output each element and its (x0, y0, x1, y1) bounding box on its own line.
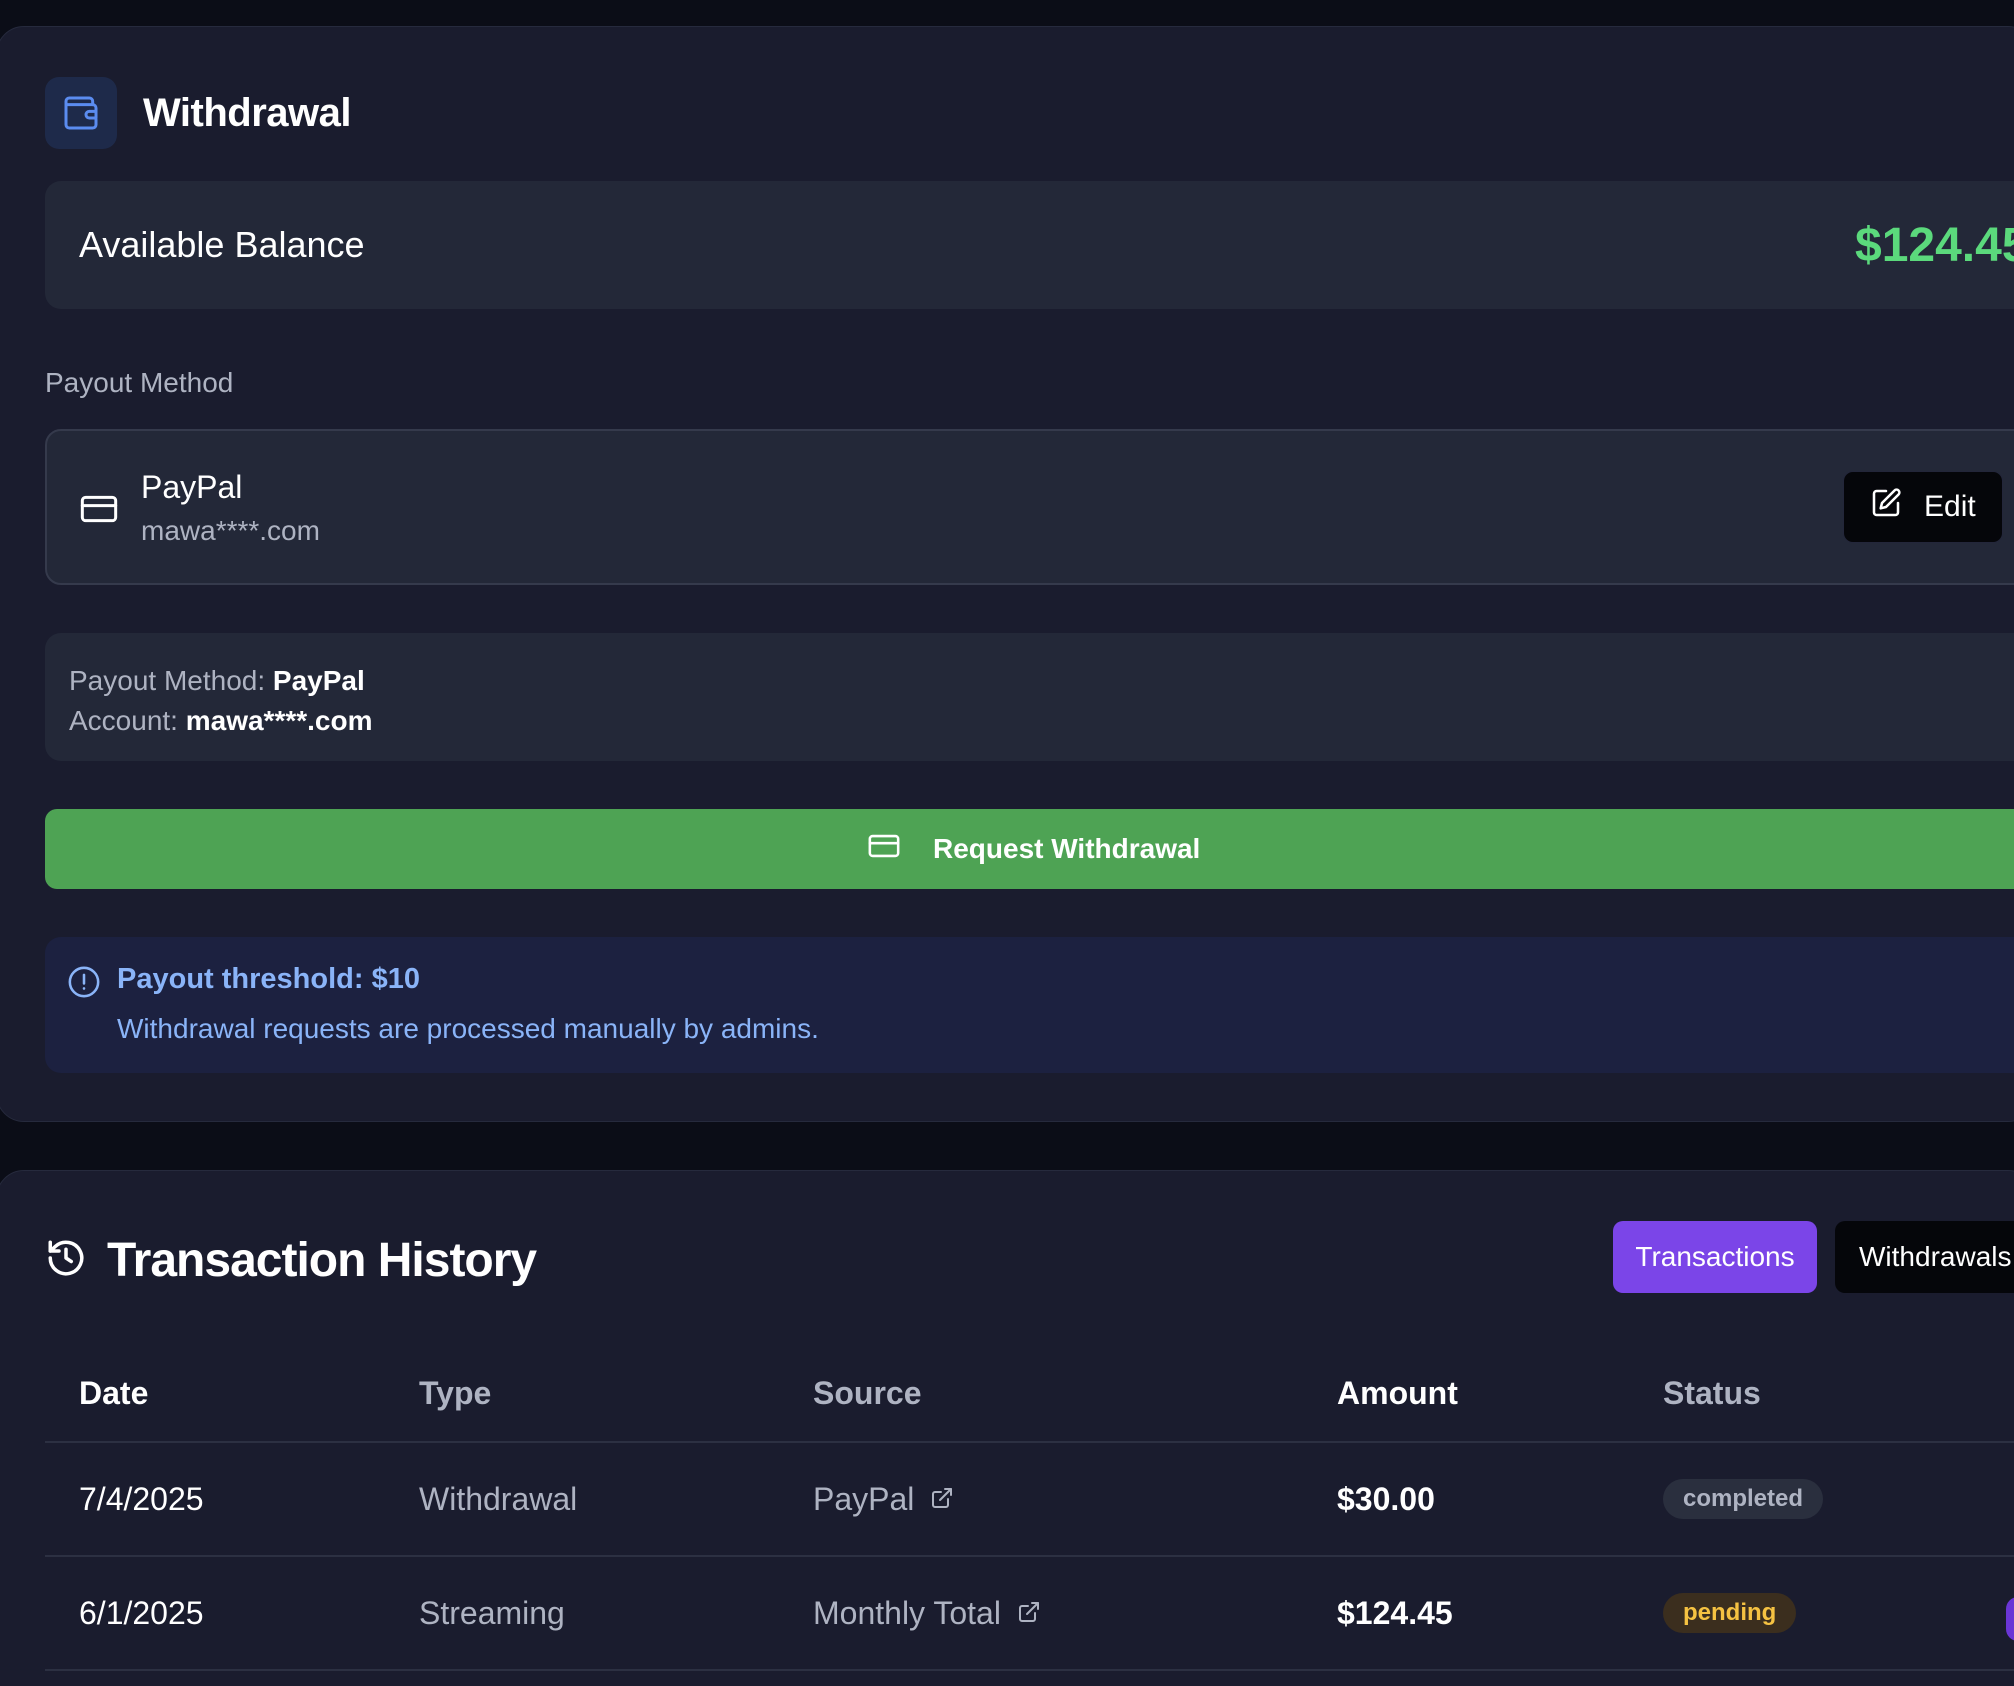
threshold-text: Withdrawal requests are processed manual… (117, 1013, 819, 1044)
info-icon (67, 965, 101, 1004)
status-badge: completed (1663, 1477, 1824, 1519)
edit-icon (1870, 487, 1902, 527)
row-type: Streaming (419, 1595, 565, 1631)
column-header-source[interactable]: Source (813, 1375, 921, 1412)
tab-withdrawals[interactable]: Withdrawals (1835, 1221, 2014, 1293)
row-source-label: Monthly Total (813, 1595, 1001, 1631)
payout-name: PayPal (141, 469, 243, 505)
page: Withdrawal Available Balance $124.45 Pay… (0, 0, 2014, 1686)
wallet-icon (45, 77, 117, 149)
table-header: Date Type Source Amount Status (45, 1351, 2014, 1443)
row-source-label: PayPal (813, 1481, 915, 1517)
floating-action-button[interactable] (2006, 1597, 2014, 1641)
summary-account-label: Account: (69, 705, 178, 736)
credit-card-icon (79, 489, 119, 534)
tab-transactions[interactable]: Transactions (1613, 1221, 1817, 1293)
balance-amount: $124.45 (1855, 218, 2014, 272)
external-link-icon (930, 1481, 954, 1518)
payout-account: mawa****.com (141, 515, 320, 546)
column-header-type[interactable]: Type (419, 1375, 491, 1412)
credit-card-icon (867, 829, 901, 870)
payout-summary: Payout Method: PayPal Account: mawa****.… (45, 633, 2014, 761)
balance-label: Available Balance (79, 224, 365, 265)
transaction-history-card: Transaction History Transactions Withdra… (0, 1170, 2014, 1686)
row-date: 7/4/2025 (79, 1481, 204, 1517)
withdrawal-title: Withdrawal (143, 90, 352, 135)
history-icon (45, 1237, 87, 1284)
summary-account-value: mawa****.com (185, 705, 373, 736)
column-header-amount[interactable]: Amount (1337, 1375, 1458, 1412)
transactions-table: Date Type Source Amount Status 7/4/2025 … (45, 1351, 2014, 1671)
status-badge: pending (1663, 1591, 1797, 1633)
request-withdrawal-label: Request Withdrawal (933, 833, 1201, 864)
table-row: 6/1/2025 Streaming Monthly Total $124.45… (45, 1557, 2014, 1671)
edit-payout-button[interactable]: Edit (1843, 471, 2003, 543)
row-source-link[interactable]: Monthly Total (813, 1595, 1041, 1632)
history-title: Transaction History (107, 1234, 537, 1287)
external-link-icon (1017, 1595, 1041, 1632)
edit-label: Edit (1924, 490, 1976, 523)
threshold-notice: Payout threshold: $10 Withdrawal request… (45, 937, 2014, 1073)
withdrawal-header: Withdrawal (45, 77, 352, 149)
summary-method-label: Payout Method: (69, 665, 266, 696)
status-badge-label: pending (1663, 1593, 1797, 1633)
threshold-title: Payout threshold: $10 (117, 963, 420, 995)
row-date: 6/1/2025 (79, 1595, 204, 1631)
payout-method-label: Payout Method (45, 367, 234, 398)
withdrawal-card: Withdrawal Available Balance $124.45 Pay… (0, 26, 2014, 1122)
history-header: Transaction History (45, 1233, 537, 1288)
payout-method-card: PayPal mawa****.com Edit (45, 429, 2014, 585)
row-amount: $124.45 (1337, 1595, 1453, 1631)
status-badge-label: completed (1663, 1479, 1824, 1519)
balance-box: Available Balance $124.45 (45, 181, 2014, 309)
column-header-status[interactable]: Status (1663, 1375, 1761, 1412)
request-withdrawal-button[interactable]: Request Withdrawal (45, 809, 2014, 889)
summary-method-value: PayPal (272, 665, 365, 696)
row-source-link[interactable]: PayPal (813, 1481, 954, 1518)
table-row: 7/4/2025 Withdrawal PayPal $30.00 comple… (45, 1443, 2014, 1557)
column-header-date[interactable]: Date (79, 1375, 148, 1412)
row-type: Withdrawal (419, 1481, 578, 1517)
row-amount: $30.00 (1337, 1481, 1435, 1517)
